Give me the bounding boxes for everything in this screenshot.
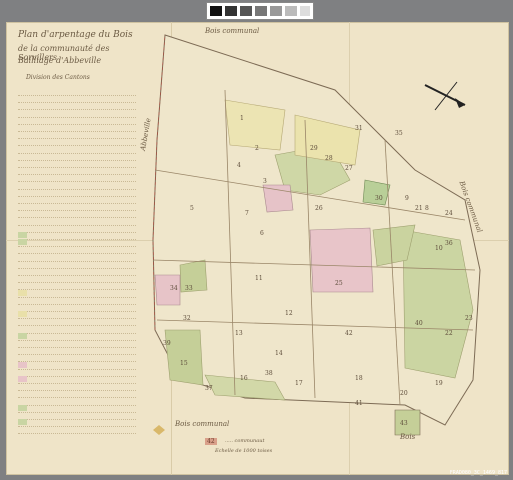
parcel-number: 22 [445,330,453,337]
legend-swatch [18,332,27,339]
legend-swatch [18,311,27,318]
legend-swatch [18,376,27,382]
parcel-number: 24 [445,210,453,217]
parcel-number: 28 [325,155,333,162]
legend-swatch [18,404,27,411]
parcel-number: 41 [355,400,363,407]
title-line: Bailliage d'Abbeville [18,56,102,65]
parcel-pink [262,184,294,213]
scale-block [225,6,237,16]
legend-swatch [18,239,27,246]
parcel-number: 14 [275,350,283,357]
parcel-number: 2 [255,145,259,152]
title-line: Plan d'arpentage du Bois [18,30,133,40]
parcel-number: 7 [245,210,249,217]
parcel-number: 31 [355,125,363,132]
parcel-number: 6 [260,230,264,237]
parcel-number: 32 [183,315,191,322]
parcel-number: 26 [315,205,323,212]
parcel-number: 16 [240,375,248,382]
parcel-number: 1 [240,115,244,122]
scale-block [255,6,267,16]
scale-block [210,6,222,16]
legend-marker-text: ..... communaut [225,438,265,444]
parcel-number: 35 [395,130,403,137]
parcel-number: 12 [285,310,293,317]
parcel-number: 38 [265,370,273,377]
legend-swatch [18,232,27,238]
legend-swatch [18,361,27,368]
parcel-number: 13 [235,330,243,337]
legend-swatch [18,419,27,426]
parcel-number: 9 [405,195,409,202]
parcel-number: 10 [435,245,443,252]
reference-code: FRAD080_3C_1469_817 [449,470,507,476]
parcel-number: 34 [170,285,178,292]
parcel-number: 5 [190,205,194,212]
bottom-label: Bois communal [175,420,230,428]
parcel-number: 43 [400,420,408,427]
scale-block [240,6,252,16]
parcel-number: 11 [255,275,263,282]
parcel-number: 8 [425,205,429,212]
parcel-number: 25 [335,280,343,287]
parcel-number: 30 [375,195,383,202]
legend-marker: 42 [205,438,217,445]
color-scale-card [206,2,314,20]
scale-block [300,6,310,16]
parcel-number: 3 [263,178,267,185]
top-label: Bois communal [205,27,260,35]
legend-row [18,426,136,435]
scale-note: Echelle de 1000 toises [215,448,273,454]
parcel-number: 18 [355,375,363,382]
title-line: Division des Cantons [26,74,90,81]
parcel-green [164,329,204,386]
bottom-right-label: Bois [400,433,416,441]
parcel-number: 15 [180,360,188,367]
legend-panel: Plan d'arpentage du Bois de la communaut… [12,30,140,440]
scale-block [285,6,297,16]
parcel-number: 29 [310,145,318,152]
parcel-number: 21 [415,205,423,212]
compass-rose [424,81,466,111]
map-area: 1 2 3 4 5 6 7 8 9 10 11 12 13 14 15 16 17 18 19 20 21 22 23 24 2… [139,27,505,454]
parcel-number: 33 [185,285,193,292]
parcel-number: 37 [205,385,213,392]
parcel-number: 42 [345,330,353,337]
parcel-number: 40 [415,320,423,327]
parcel-number: 19 [435,380,443,387]
scale-ornament [153,425,165,435]
parcel-number: 36 [445,240,453,247]
parcel-number: 23 [465,315,473,322]
scale-block [270,6,282,16]
parcel-number: 4 [237,162,241,169]
legend-swatch [18,289,27,296]
parcel-number: 27 [345,165,353,172]
parcel-number: 20 [400,390,408,397]
parcel-number: 39 [163,340,171,347]
parcel-number: 17 [295,380,303,387]
